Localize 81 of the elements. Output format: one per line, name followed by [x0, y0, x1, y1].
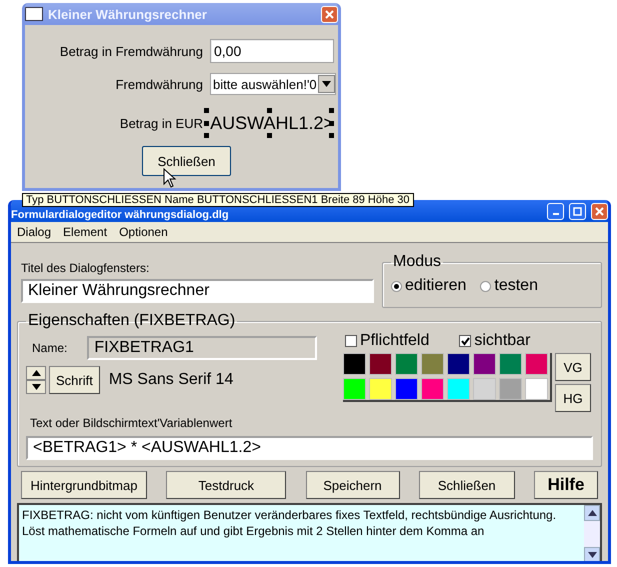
radio-label[interactable]: editieren [405, 277, 466, 295]
checkbox[interactable] [345, 335, 357, 347]
field-label: Titel des Dialogfensters: [21, 261, 150, 275]
color-swatch[interactable] [343, 353, 366, 375]
color-swatch[interactable] [395, 378, 418, 400]
arrow-down-icon [588, 552, 596, 558]
close-button[interactable] [591, 202, 608, 220]
caret-icon [322, 81, 331, 87]
color-swatch[interactable] [421, 353, 444, 375]
selection-handle[interactable] [329, 108, 334, 113]
checkbox-label[interactable]: sichtbar [474, 332, 530, 350]
group-title: Modus [392, 253, 442, 271]
color-swatch[interactable] [499, 378, 522, 400]
action-button[interactable]: Hintergrundbitmap [21, 471, 147, 499]
color-swatch[interactable] [369, 353, 392, 375]
menu-item[interactable]: Element [59, 225, 112, 239]
color-swatch[interactable] [343, 378, 366, 400]
maximize-button[interactable] [569, 202, 586, 220]
minimize-button[interactable] [547, 202, 564, 220]
spin-up-button[interactable] [26, 366, 46, 380]
close-button[interactable] [321, 6, 338, 22]
maximize-icon [573, 206, 582, 216]
font-button[interactable]: Schrift [49, 366, 100, 394]
color-swatch[interactable] [473, 353, 496, 375]
color-swatch[interactable] [447, 378, 470, 400]
window-icon [25, 7, 43, 21]
text-value-field[interactable]: <BETRAG1> * <AUSWAHL1.2> [26, 436, 593, 460]
tooltip: Typ BUTTONSCHLIESSEN Name BUTTONSCHLIESSEN1 Breite 89 Höhe 30 [22, 193, 414, 207]
scroll-down-button[interactable] [584, 547, 600, 561]
selection-handle[interactable] [329, 120, 334, 126]
font-name: MS Sans Serif 14 [108, 371, 234, 389]
arrow-down-icon [32, 384, 40, 390]
color-swatch[interactable] [499, 353, 522, 375]
selection-handle[interactable] [204, 133, 209, 138]
color-swatch[interactable] [369, 378, 392, 400]
selection-handle[interactable] [266, 108, 272, 113]
field-label: Text oder Bildschirmtext'Variablenwert [30, 416, 232, 430]
scroll-up-button[interactable] [584, 505, 600, 521]
spin-down-button[interactable] [26, 380, 46, 394]
help-text: FIXBETRAG: nicht vom künftigen Benutzer veränderbares fixes Textfeld, rechtsbündige Ausrichtung. Löst mathematische Formeln auf und gibt Ergebnis mit 2 Stellen hinter dem Komma an [21, 507, 558, 540]
selection-handle[interactable] [204, 120, 209, 126]
menu-item[interactable]: Dialog [13, 225, 56, 239]
field-label: Name: [32, 341, 68, 355]
fixed-text-field[interactable]: AUSWAHL1.2> [210, 112, 334, 134]
arrow-up-icon [32, 370, 40, 376]
color-swatch[interactable] [447, 353, 470, 375]
color-swatch[interactable] [473, 378, 496, 400]
field-label: Betrag in EUR [118, 116, 203, 130]
title-bar: Kleiner Währungsrechner [25, 3, 338, 25]
color-target-button[interactable]: HG [555, 384, 591, 412]
color-target-button[interactable]: VG [555, 353, 591, 381]
check-icon [460, 336, 470, 346]
close-icon [595, 206, 604, 216]
group-title: Eigenschaften (FIXBETRAG) [27, 312, 236, 330]
selection-handle[interactable] [204, 108, 209, 113]
action-button[interactable]: Hilfe [534, 471, 598, 499]
action-button[interactable]: Schließen [418, 471, 515, 499]
menu-item[interactable]: Optionen [115, 225, 172, 239]
close-icon [325, 10, 334, 18]
selection-handle[interactable] [329, 133, 334, 138]
field-label: Betrag in Fremdwährung [58, 44, 203, 58]
radio-button[interactable] [480, 280, 492, 292]
color-swatch[interactable] [421, 378, 444, 400]
mouse-cursor-icon [163, 168, 177, 188]
amount-field[interactable]: 0,00 [210, 39, 334, 63]
close-button[interactable]: Schließen [142, 146, 231, 176]
currency-dropdown[interactable]: bitte auswählen!'0 [210, 73, 336, 95]
radio-label[interactable]: testen [494, 277, 538, 295]
radio-button[interactable] [391, 280, 402, 292]
color-swatch[interactable] [525, 353, 548, 375]
action-button[interactable]: Testdruck [166, 471, 286, 499]
name-field[interactable]: FIXBETRAG1 [87, 336, 318, 360]
checkbox[interactable] [459, 335, 472, 347]
arrow-up-icon [588, 510, 596, 516]
selection-handle[interactable] [266, 133, 272, 138]
action-button[interactable]: Speichern [306, 471, 400, 499]
color-swatch[interactable] [395, 353, 418, 375]
color-swatch[interactable] [525, 378, 548, 400]
field-label: Fremdwährung [114, 76, 203, 92]
checkbox-label[interactable]: Pflichtfeld [360, 332, 430, 350]
dialog-title-field[interactable]: Kleiner Währungsrechner [21, 279, 374, 303]
